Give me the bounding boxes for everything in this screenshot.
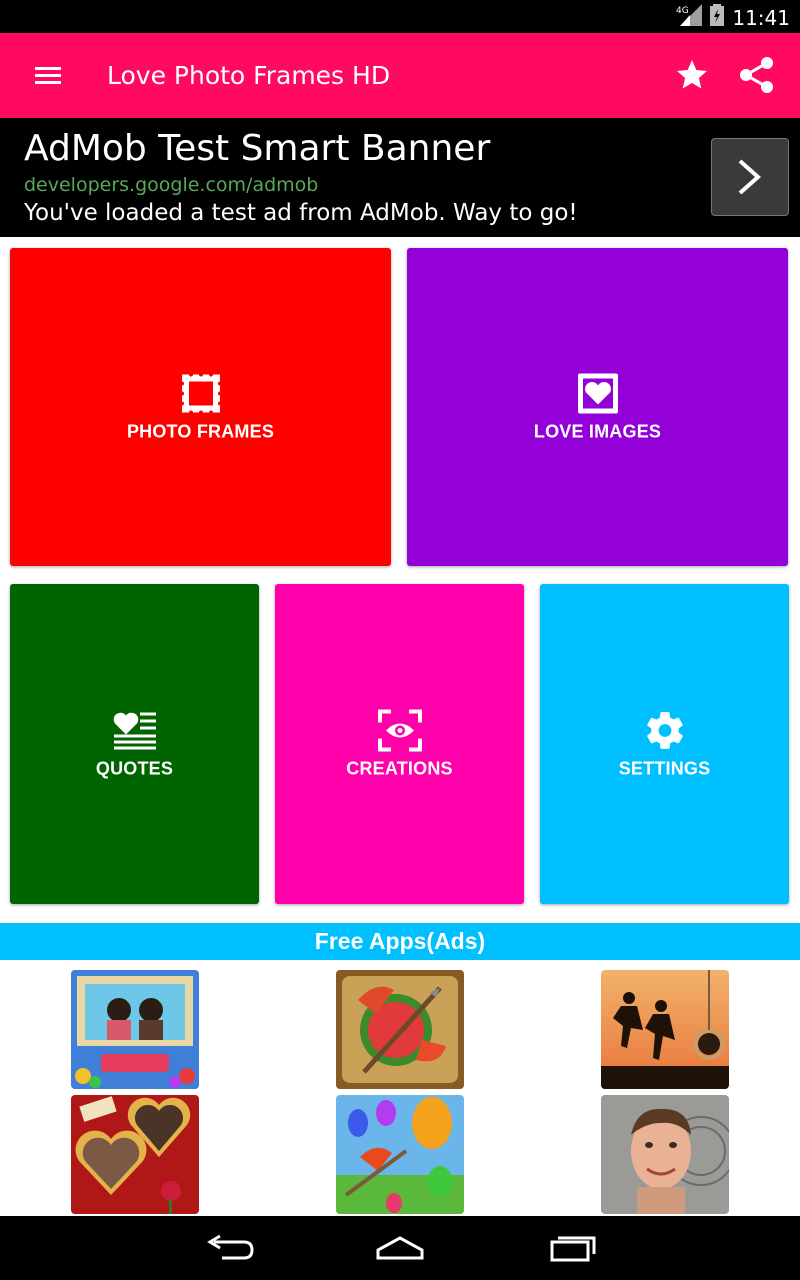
- network-type-label: 4G: [676, 6, 689, 16]
- clock: 11:41: [732, 5, 790, 30]
- app-thumb-silhouette[interactable]: [601, 970, 729, 1089]
- gear-icon: [646, 712, 683, 749]
- app-thumb-birthday-frames[interactable]: [71, 970, 199, 1089]
- app-thumb-balloon-game[interactable]: [336, 1095, 464, 1214]
- ad-description: You've loaded a test ad from AdMob. Way …: [24, 200, 578, 226]
- home-button[interactable]: [370, 1230, 430, 1266]
- navigation-bar: [0, 1216, 800, 1280]
- tile-photo-frames[interactable]: PHOTO FRAMES: [10, 248, 391, 566]
- ad-banner[interactable]: AdMob Test Smart Banner developers.googl…: [0, 118, 800, 237]
- frame-icon: [179, 372, 222, 415]
- tile-label: CREATIONS: [346, 758, 453, 779]
- balloon-game-thumbnail: [336, 1095, 464, 1214]
- back-button[interactable]: [200, 1230, 260, 1266]
- eye-scan-icon: [377, 709, 422, 752]
- tile-creations[interactable]: CREATIONS: [275, 584, 524, 904]
- recents-icon: [550, 1236, 596, 1262]
- app-thumb-face-photo[interactable]: [601, 1095, 729, 1214]
- home-icon: [376, 1236, 424, 1260]
- ad-title: AdMob Test Smart Banner: [24, 128, 491, 169]
- free-apps-title: Free Apps(Ads): [314, 928, 486, 954]
- tile-label: QUOTES: [95, 758, 174, 779]
- ad-url: developers.google.com/admob: [24, 174, 319, 196]
- status-icons: 4G 11:41: [676, 4, 790, 31]
- star-icon: [677, 60, 707, 89]
- status-bar: 4G 11:41: [0, 0, 800, 33]
- tile-love-images[interactable]: LOVE IMAGES: [407, 248, 788, 566]
- recents-button[interactable]: [542, 1230, 602, 1266]
- ad-open-button[interactable]: [711, 138, 789, 216]
- battery-icon: [710, 4, 725, 31]
- heart-list-icon: [113, 712, 156, 750]
- menu-button[interactable]: [30, 60, 68, 92]
- tile-label: SETTINGS: [618, 758, 711, 779]
- share-icon: [740, 57, 773, 93]
- back-icon: [207, 1234, 254, 1260]
- silhouette-photo-thumbnail: [601, 970, 729, 1089]
- app-bar: Love Photo Frames HD: [0, 33, 800, 118]
- face-photo-thumbnail: [601, 1095, 729, 1214]
- chevron-right-icon: [738, 159, 762, 195]
- birthday-frames-thumbnail: [71, 970, 199, 1089]
- tile-label: LOVE IMAGES: [533, 421, 662, 442]
- signal-icon: 4G: [676, 4, 703, 31]
- fruit-slice-game-thumbnail: [336, 970, 464, 1089]
- menu-icon: [35, 67, 61, 84]
- app-thumb-fruit-slice[interactable]: [336, 970, 464, 1089]
- app-title: Love Photo Frames HD: [107, 61, 391, 90]
- free-apps-header: Free Apps(Ads): [0, 923, 800, 960]
- heart-frames-thumbnail: [71, 1095, 199, 1214]
- favorite-button[interactable]: [674, 57, 710, 93]
- tile-settings[interactable]: SETTINGS: [540, 584, 789, 904]
- tile-label: PHOTO FRAMES: [126, 421, 275, 442]
- tile-quotes[interactable]: QUOTES: [10, 584, 259, 904]
- heart-picture-icon: [577, 373, 618, 414]
- share-button[interactable]: [738, 55, 776, 95]
- app-thumb-heart-frames[interactable]: [71, 1095, 199, 1214]
